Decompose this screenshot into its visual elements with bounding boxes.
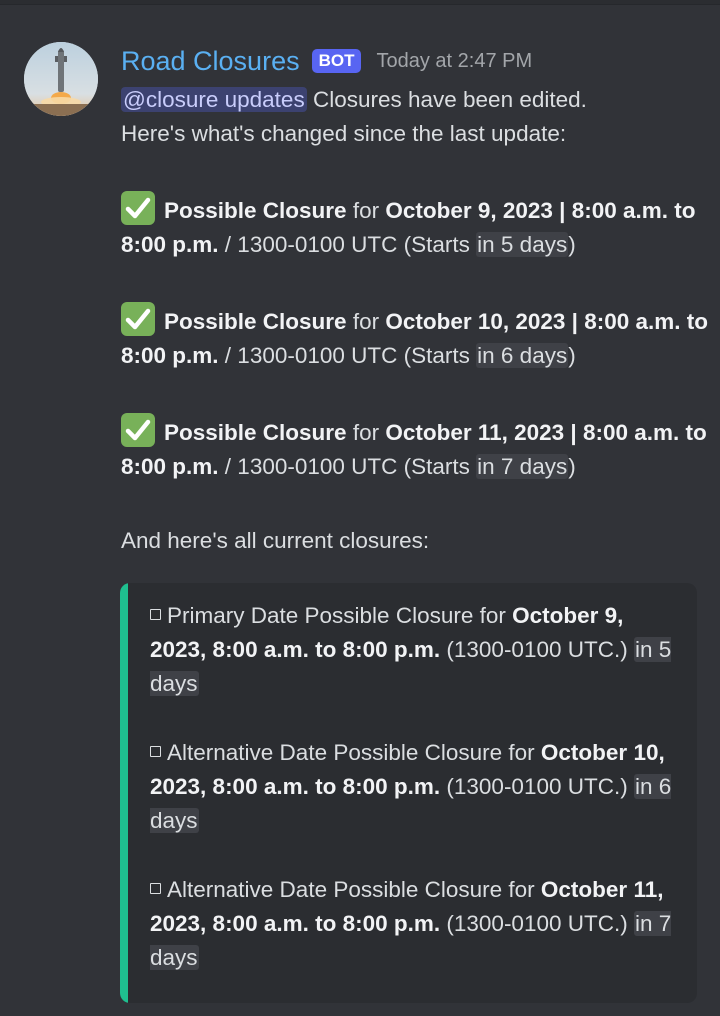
- white-square-bullet-icon: [150, 883, 161, 894]
- closure-end: ): [568, 343, 576, 368]
- rocket-launch-avatar-icon: [24, 42, 98, 116]
- relative-time[interactable]: in 5 days: [476, 232, 569, 257]
- role-mention[interactable]: @closure updates: [121, 87, 307, 112]
- message-timestamp[interactable]: Today at 2:47 PM: [376, 50, 532, 73]
- closure-item: Possible Closure for October 11, 2023 | …: [121, 413, 711, 484]
- embed-closure-item: Alternative Date Possible Closure for Oc…: [150, 736, 680, 838]
- white-check-mark-icon: [121, 191, 155, 225]
- closure-utc: / 1300-0100 UTC (Starts: [218, 232, 477, 257]
- author-name[interactable]: Road Closures: [121, 46, 300, 77]
- closure-utc: / 1300-0100 UTC (Starts: [218, 343, 477, 368]
- embed-item-utc: (1300-0100 UTC.): [440, 911, 634, 936]
- embed-item-prefix: Primary Date Possible Closure for: [167, 603, 513, 628]
- closure-end: ): [568, 232, 576, 257]
- white-check-mark-icon: [121, 302, 155, 336]
- closure-item: Possible Closure for October 10, 2023 | …: [121, 302, 711, 373]
- white-square-bullet-icon: [150, 746, 161, 757]
- relative-time[interactable]: in 6 days: [476, 343, 569, 368]
- embed-item-prefix: Alternative Date Possible Closure for: [167, 740, 541, 765]
- embed-item-prefix: Alternative Date Possible Closure for: [167, 877, 541, 902]
- channel-top-divider: [0, 0, 720, 5]
- intro-text: Closures have been edited.: [306, 87, 587, 112]
- closure-for: for: [346, 309, 386, 334]
- embed-item-utc: (1300-0100 UTC.): [440, 774, 634, 799]
- embed-closure-item: Alternative Date Possible Closure for Oc…: [150, 873, 680, 975]
- closure-utc: / 1300-0100 UTC (Starts: [218, 454, 477, 479]
- bot-avatar[interactable]: [24, 42, 98, 116]
- relative-time[interactable]: in 7 days: [476, 454, 569, 479]
- intro-line-2: Here's what's changed since the last upd…: [121, 121, 567, 146]
- closure-for: for: [346, 198, 386, 223]
- embed-closure-item: Primary Date Possible Closure for Octobe…: [150, 599, 680, 701]
- embed-accent-bar: [120, 583, 128, 1003]
- closure-end: ): [568, 454, 576, 479]
- closure-label: Possible Closure: [164, 309, 347, 334]
- bot-badge: BOT: [311, 49, 362, 73]
- closure-label: Possible Closure: [164, 420, 347, 445]
- white-check-mark-icon: [121, 413, 155, 447]
- intro-line: @closure updates Closures have been edit…: [121, 83, 711, 117]
- embed-item-utc: (1300-0100 UTC.): [440, 637, 634, 662]
- message-content: @closure updates Closures have been edit…: [121, 83, 711, 558]
- closures-embed: Primary Date Possible Closure for Octobe…: [120, 583, 697, 1003]
- all-closures-heading: And here's all current closures:: [121, 528, 430, 553]
- white-square-bullet-icon: [150, 609, 161, 620]
- embed-body: Primary Date Possible Closure for Octobe…: [150, 599, 680, 975]
- message-header: Road Closures BOT Today at 2:47 PM: [121, 44, 532, 78]
- closure-item: Possible Closure for October 9, 2023 | 8…: [121, 191, 711, 262]
- closure-label: Possible Closure: [164, 198, 347, 223]
- closure-for: for: [346, 420, 386, 445]
